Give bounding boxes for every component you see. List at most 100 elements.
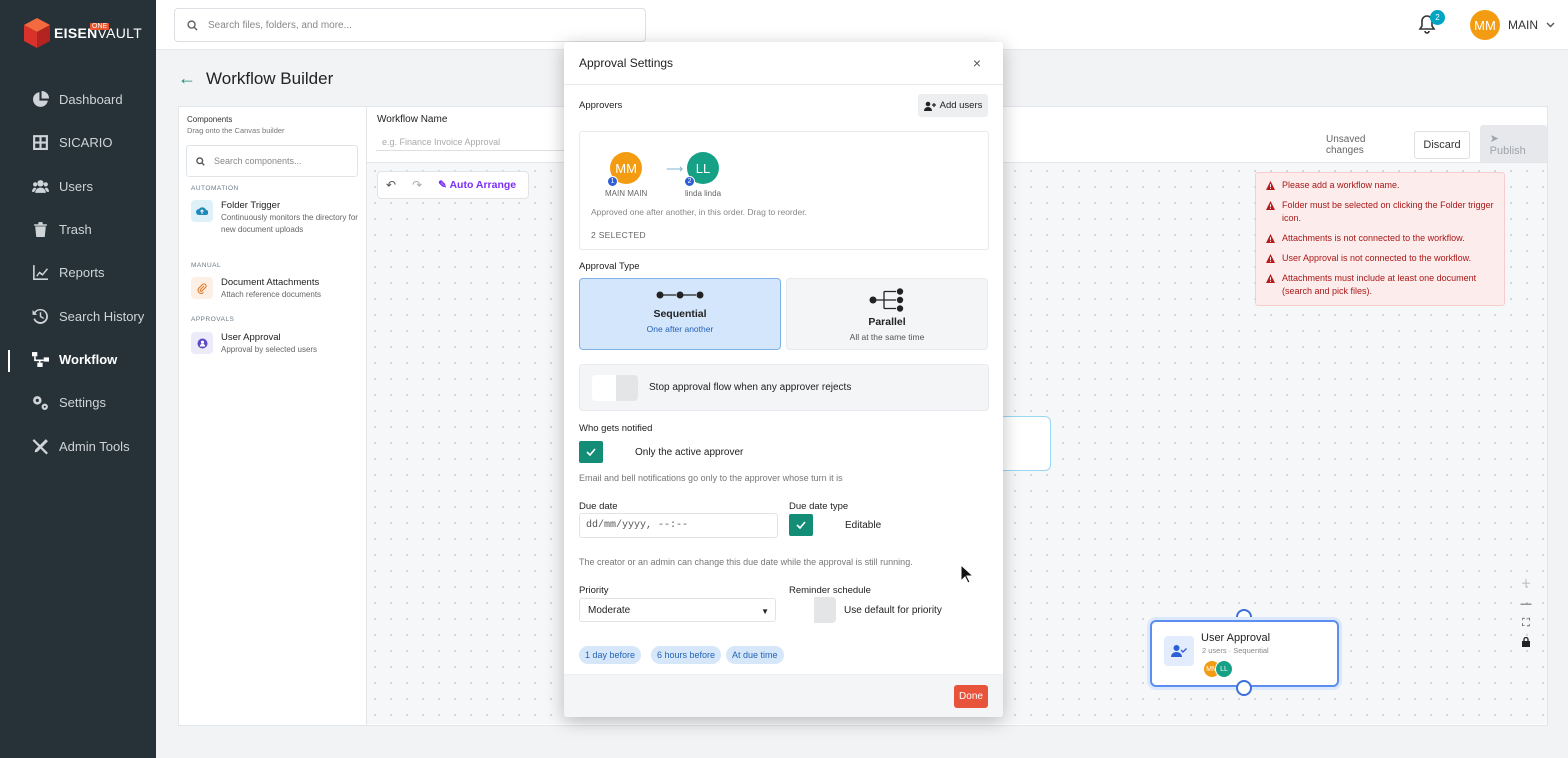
reminder-default-option[interactable]: Use default for priority: [789, 597, 942, 623]
type-title: Parallel: [868, 316, 906, 328]
sidebar-item-reports[interactable]: Reports: [0, 251, 156, 294]
page-title: Workflow Builder: [206, 68, 334, 88]
global-search-input[interactable]: Search files, folders, and more...: [174, 8, 646, 42]
due-date-label: Due date: [579, 501, 618, 512]
sidebar-item-users[interactable]: Users: [0, 165, 156, 208]
error-item: Please add a workflow name.: [1266, 179, 1498, 192]
workflow-name-label: Workflow Name: [377, 114, 448, 125]
user-approval-node[interactable]: User Approval 2 users · Sequential MM LL: [1150, 620, 1339, 687]
notification-badge: 2: [1430, 10, 1445, 25]
error-text: Please add a workflow name.: [1282, 180, 1400, 190]
checkmark-icon: [789, 514, 813, 536]
approver-chip[interactable]: MM 1 MAIN MAIN: [605, 152, 647, 198]
error-text: User Approval is not connected to the wo…: [1282, 253, 1472, 263]
priority-select[interactable]: Moderate ▼: [579, 598, 776, 622]
validation-errors: Please add a workflow name. Folder must …: [1255, 172, 1505, 306]
user-menu[interactable]: MM MAIN: [1470, 10, 1555, 40]
line-chart-icon: [33, 265, 48, 281]
component-search-input[interactable]: Search components...: [186, 145, 358, 177]
notify-toggle[interactable]: [579, 441, 627, 463]
error-text: Attachments is not connected to the work…: [1282, 233, 1465, 243]
stop-flow-label: Stop approval flow when any approver rej…: [649, 382, 852, 393]
due-type-label: Due date type: [789, 501, 849, 512]
user-check-icon: [1164, 636, 1194, 666]
discard-button[interactable]: Discard: [1414, 130, 1470, 159]
arrow-right-icon: ⟶: [666, 162, 684, 176]
reminder-pill[interactable]: 6 hours before: [651, 646, 722, 664]
close-icon[interactable]: ×: [973, 55, 981, 71]
back-arrow-icon[interactable]: ←: [178, 68, 196, 89]
due-date-input[interactable]: dd/mm/yyyy, --:--: [579, 513, 778, 538]
approvers-list: MM 1 MAIN MAIN ⟶ LL 2 linda linda Approved…: [579, 131, 989, 250]
approval-type-sequential[interactable]: Sequential One after another: [579, 278, 781, 350]
due-type-option[interactable]: Editable: [789, 514, 881, 536]
grid-icon: [33, 135, 48, 151]
sidebar-item-label: Search History: [59, 308, 145, 324]
node-subtitle: 2 users · Sequential: [1202, 646, 1269, 655]
section-label: APPROVALS: [191, 316, 235, 323]
gears-icon: [33, 396, 48, 411]
component-folder-trigger[interactable]: Folder Trigger Continuously monitors the …: [191, 200, 361, 235]
component-document-attachments[interactable]: Document Attachments Attach reference doc…: [191, 277, 361, 301]
due-type-toggle[interactable]: [789, 514, 837, 536]
due-type-option-label: Editable: [845, 519, 882, 531]
warning-icon: [1266, 254, 1275, 263]
chevron-down-icon: [1546, 22, 1555, 28]
approver-chip[interactable]: LL 2 linda linda: [684, 152, 721, 198]
notify-active-option[interactable]: Only the active approver: [579, 441, 743, 463]
sidebar-item-label: Dashboard: [59, 92, 123, 108]
sidebar-item-workflow[interactable]: Workflow: [0, 338, 156, 381]
logo-cube-icon: [24, 18, 50, 48]
logo[interactable]: EISENVAULT: [24, 18, 142, 48]
error-item: User Approval is not connected to the wo…: [1266, 252, 1498, 265]
error-text: Folder must be selected on clicking the …: [1282, 200, 1494, 223]
component-user-approval[interactable]: User Approval Approval by selected users: [191, 332, 361, 356]
modal-header: Approval Settings ×: [564, 42, 1003, 85]
priority-label: Priority: [579, 585, 609, 596]
sidebar-item-dashboard[interactable]: Dashboard: [0, 78, 156, 121]
save-status: Unsaved changes: [1326, 133, 1366, 156]
caret-down-icon: ▼: [761, 607, 769, 616]
approval-settings-modal: Approval Settings × Approvers Add users …: [564, 42, 1003, 717]
reminder-toggle[interactable]: [789, 597, 836, 623]
done-button[interactable]: Done: [954, 685, 988, 708]
reminder-pill[interactable]: 1 day before: [579, 646, 642, 664]
approval-type-label: Approval Type: [579, 261, 640, 272]
sidebar-item-admin-tools[interactable]: Admin Tools: [0, 424, 156, 467]
sidebar-item-sicario[interactable]: SICARIO: [0, 121, 156, 164]
cloud-upload-icon: [191, 200, 213, 222]
add-users-button[interactable]: Add users: [918, 94, 988, 117]
fit-view-icon[interactable]: ⛶: [1522, 617, 1530, 630]
zoom-in-icon[interactable]: ＋: [1521, 575, 1532, 591]
component-desc: Approval by selected users: [221, 345, 318, 354]
priority-value: Moderate: [588, 605, 631, 616]
reminder-pill[interactable]: At due time: [726, 646, 784, 664]
workflow-node-partial[interactable]: [1000, 416, 1051, 471]
stop-flow-toggle[interactable]: [592, 374, 638, 401]
error-item: Attachments must include at least one do…: [1266, 272, 1498, 298]
lock-icon[interactable]: [1522, 637, 1530, 647]
add-users-label: Add users: [939, 100, 983, 111]
redo-icon[interactable]: ↷: [412, 178, 422, 192]
publish-button[interactable]: ➤ Publish: [1479, 125, 1547, 164]
approval-type-parallel[interactable]: Parallel All at the same time: [786, 278, 988, 350]
sidebar-item-label: SICARIO: [59, 135, 113, 151]
component-title: Folder Trigger: [221, 200, 281, 211]
sidebar-item-label: Admin Tools: [59, 438, 130, 454]
type-desc: One after another: [646, 324, 714, 334]
auto-arrange-label: Auto Arrange: [449, 179, 517, 191]
tools-icon: [32, 438, 48, 454]
sidebar-item-trash[interactable]: Trash: [0, 208, 156, 251]
auto-arrange-button[interactable]: ✎ Auto Arrange: [438, 179, 516, 191]
components-subtitle: Drag onto the Canvas builder: [187, 126, 285, 135]
due-note: The creator or an admin can change this …: [579, 557, 913, 567]
workflow-name-input[interactable]: e.g. Finance Invoice Approval: [376, 131, 566, 151]
user-plus-icon: [923, 101, 936, 111]
sidebar-item-settings[interactable]: Settings: [0, 381, 156, 424]
node-handle-bottom[interactable]: [1236, 680, 1252, 696]
zoom-out-icon[interactable]: —: [1521, 598, 1532, 610]
users-icon: [32, 179, 49, 193]
sidebar-item-search-history[interactable]: Search History: [0, 294, 156, 337]
undo-icon[interactable]: ↶: [386, 178, 396, 192]
stop-flow-setting: Stop approval flow when any approver rej…: [579, 364, 989, 411]
